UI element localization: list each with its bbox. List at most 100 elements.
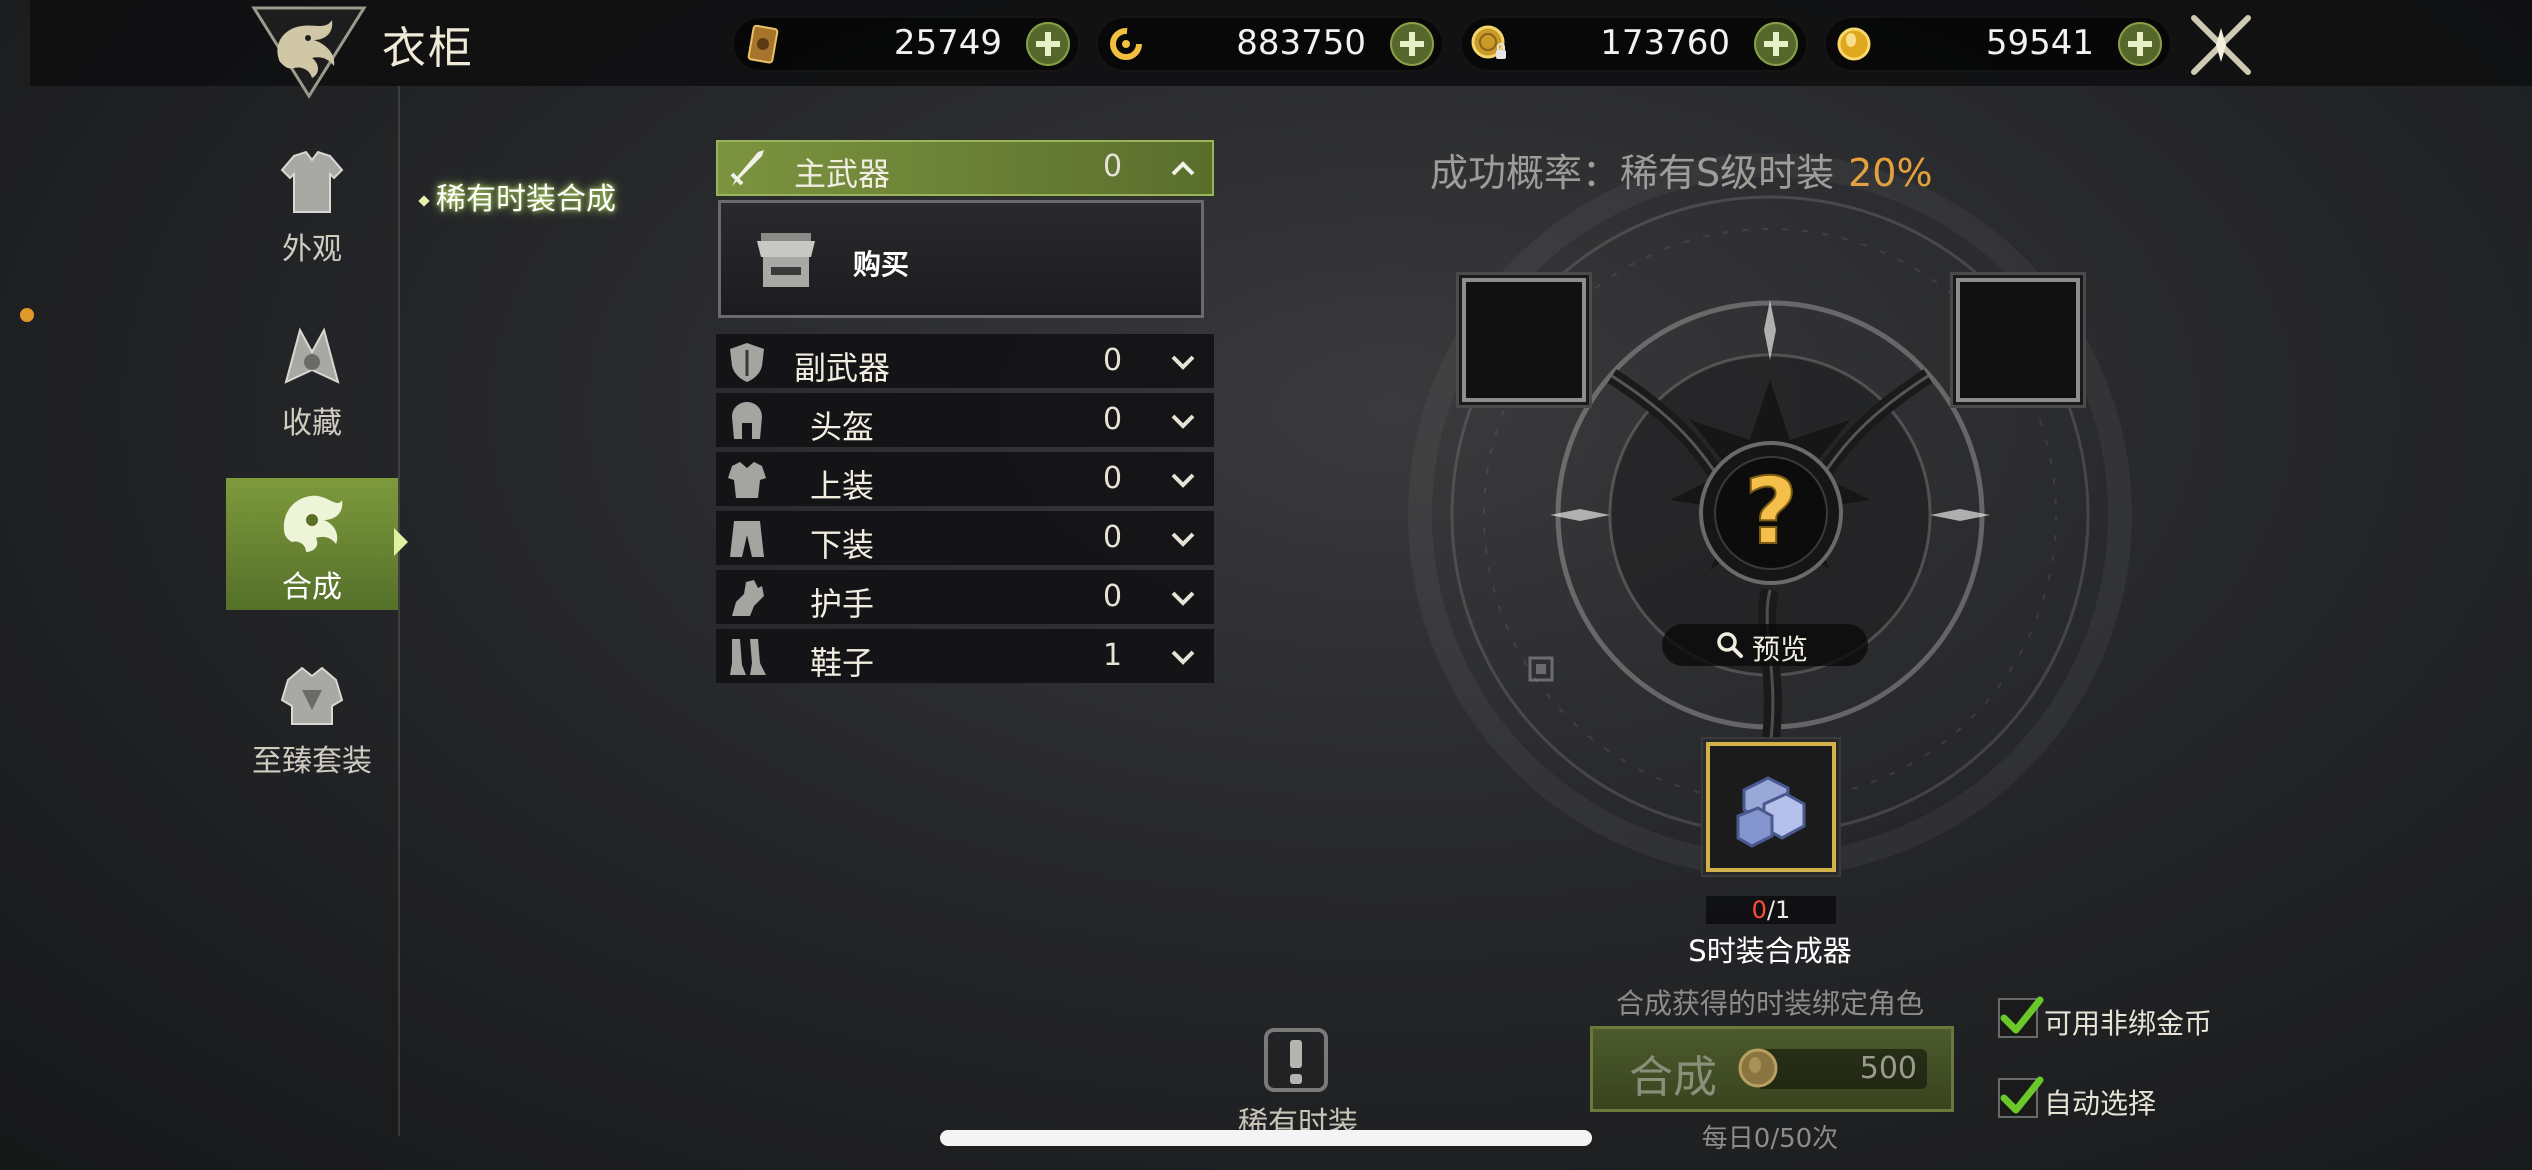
category-off-weapon[interactable]: 副武器 0 (716, 334, 1214, 388)
sword-icon (730, 150, 764, 186)
exclamation-icon[interactable] (1262, 1026, 1330, 1094)
shop-icon (757, 233, 815, 287)
category-shoes[interactable]: 鞋子 1 (716, 629, 1214, 683)
category-label: 下装 (810, 526, 875, 564)
page-title: 衣柜 (382, 23, 474, 74)
chevron-down-icon (1171, 650, 1195, 665)
category-helmet[interactable]: 头盔 0 (716, 393, 1214, 447)
preview-label: 预览 (1752, 633, 1809, 666)
nav-item-appearance[interactable]: 外观 (226, 140, 398, 272)
synthesize-label: 合成 (1629, 1052, 1717, 1103)
sub-tab-rare-costume-synthesis[interactable]: 稀有时装合成 (418, 174, 616, 218)
nav-item-premium-set[interactable]: 至臻套装 (226, 652, 398, 784)
bind-note: 合成获得的时装绑定角色 (1615, 987, 1924, 1020)
search-icon (1717, 632, 1743, 658)
category-label: 上装 (810, 467, 875, 505)
home-indicator[interactable] (940, 1130, 1592, 1146)
helmet-icon (732, 402, 762, 439)
category-count: 0 (1103, 402, 1123, 437)
pants-icon (730, 521, 764, 557)
appearance-icon (280, 150, 344, 213)
card-currency-icon (747, 24, 779, 64)
sub-tab-label: 稀有时装合成 (436, 182, 616, 217)
input-slot-left[interactable] (1462, 278, 1586, 402)
material-owned: 0 (1751, 896, 1767, 924)
premium-set-icon (280, 666, 344, 725)
category-label: 鞋子 (810, 644, 875, 682)
daily-limit: 每日0/50次 (1701, 1124, 1839, 1154)
category-top[interactable]: 上装 0 (716, 452, 1214, 506)
checkbox-label: 自动选择 (2044, 1087, 2157, 1120)
category-count: 0 (1103, 579, 1123, 614)
nav-item-collection[interactable]: 收藏 (226, 314, 398, 446)
currency-card-value: 25749 (893, 23, 1002, 63)
sub-tab-marker (418, 194, 430, 207)
currency-card-pill: 25749 (732, 16, 1080, 72)
category-label: 副武器 (794, 349, 891, 387)
synthesize-button[interactable]: 合成 500 (1590, 1026, 1954, 1112)
nav-label: 合成 (282, 570, 342, 605)
chevron-down-icon (1171, 414, 1195, 429)
checkmark-icon (2000, 996, 2044, 1034)
currency-gold-value: 59541 (1985, 23, 2094, 63)
preview-button[interactable]: 预览 (1662, 624, 1868, 666)
chevron-down-icon (1171, 591, 1195, 606)
chevron-down-icon (1171, 473, 1195, 488)
shield-icon (730, 343, 764, 382)
currency-gold-pill: 59541 (1824, 16, 2172, 72)
collection-icon (284, 327, 340, 384)
category-label: 头盔 (810, 408, 875, 446)
bound-gold-coin-icon (1471, 25, 1506, 59)
gloves-icon (732, 580, 764, 616)
category-main-weapon[interactable]: 主武器 0 (716, 140, 1214, 196)
category-label: 护手 (810, 585, 875, 623)
checkbox-auto-select[interactable] (1998, 1076, 2044, 1118)
material-slot[interactable] (1706, 742, 1836, 872)
category-count: 0 (1103, 149, 1123, 184)
add-spiral-currency-button[interactable] (1390, 22, 1434, 66)
notification-dot (20, 308, 34, 322)
currency-spiral-value: 883750 (1236, 23, 1366, 63)
currency-bound-gold-value: 173760 (1600, 23, 1730, 63)
category-label: 主武器 (794, 155, 891, 193)
material-count: 0/1 (1706, 896, 1836, 924)
gold-coin-icon (1738, 1048, 1778, 1088)
boots-icon (730, 639, 766, 675)
category-count: 0 (1103, 520, 1123, 555)
costume-synthesizer-icon (1736, 776, 1806, 848)
currency-bound-gold-pill: 173760 (1460, 16, 1808, 72)
chest-armor-icon (728, 462, 766, 498)
nav-label: 收藏 (282, 406, 342, 441)
add-card-currency-button[interactable] (1026, 22, 1070, 66)
checkmark-icon (2000, 1076, 2044, 1114)
currency-spiral-pill: 883750 (1096, 16, 1444, 72)
checkbox-label: 可用非绑金币 (2044, 1007, 2213, 1040)
add-gold-button[interactable] (2118, 22, 2162, 66)
buy-card[interactable]: 购买 (718, 200, 1204, 318)
chevron-down-icon (1171, 355, 1195, 370)
result-mystery-icon[interactable]: ? (1696, 438, 1846, 588)
add-bound-gold-button[interactable] (1754, 22, 1798, 66)
checkbox-allow-unbound-gold[interactable] (1998, 996, 2044, 1038)
buy-label: 购买 (853, 248, 910, 281)
nav-label: 外观 (282, 232, 342, 267)
synthesis-icon (283, 495, 343, 552)
active-pointer-icon (394, 528, 408, 556)
category-count: 1 (1103, 638, 1123, 673)
category-gloves[interactable]: 护手 0 (716, 570, 1214, 624)
close-icon[interactable] (2186, 10, 2256, 80)
chevron-down-icon (1171, 532, 1195, 547)
material-name: S时装合成器 (1688, 934, 1852, 968)
dragon-emblem-icon (251, 6, 367, 99)
nav-label: 至臻套装 (252, 744, 372, 779)
synthesize-cost: 500 (1859, 1051, 1917, 1086)
category-count: 0 (1103, 343, 1123, 378)
nav-item-synthesis[interactable]: 合成 (226, 478, 398, 610)
category-bottom[interactable]: 下装 0 (716, 511, 1214, 565)
spiral-currency-icon (1110, 28, 1142, 60)
gold-coin-icon (1837, 27, 1871, 61)
chevron-up-icon (1171, 161, 1195, 176)
category-count: 0 (1103, 461, 1123, 496)
result-question-mark: ? (1744, 458, 1797, 565)
input-slot-right[interactable] (1956, 278, 2080, 402)
